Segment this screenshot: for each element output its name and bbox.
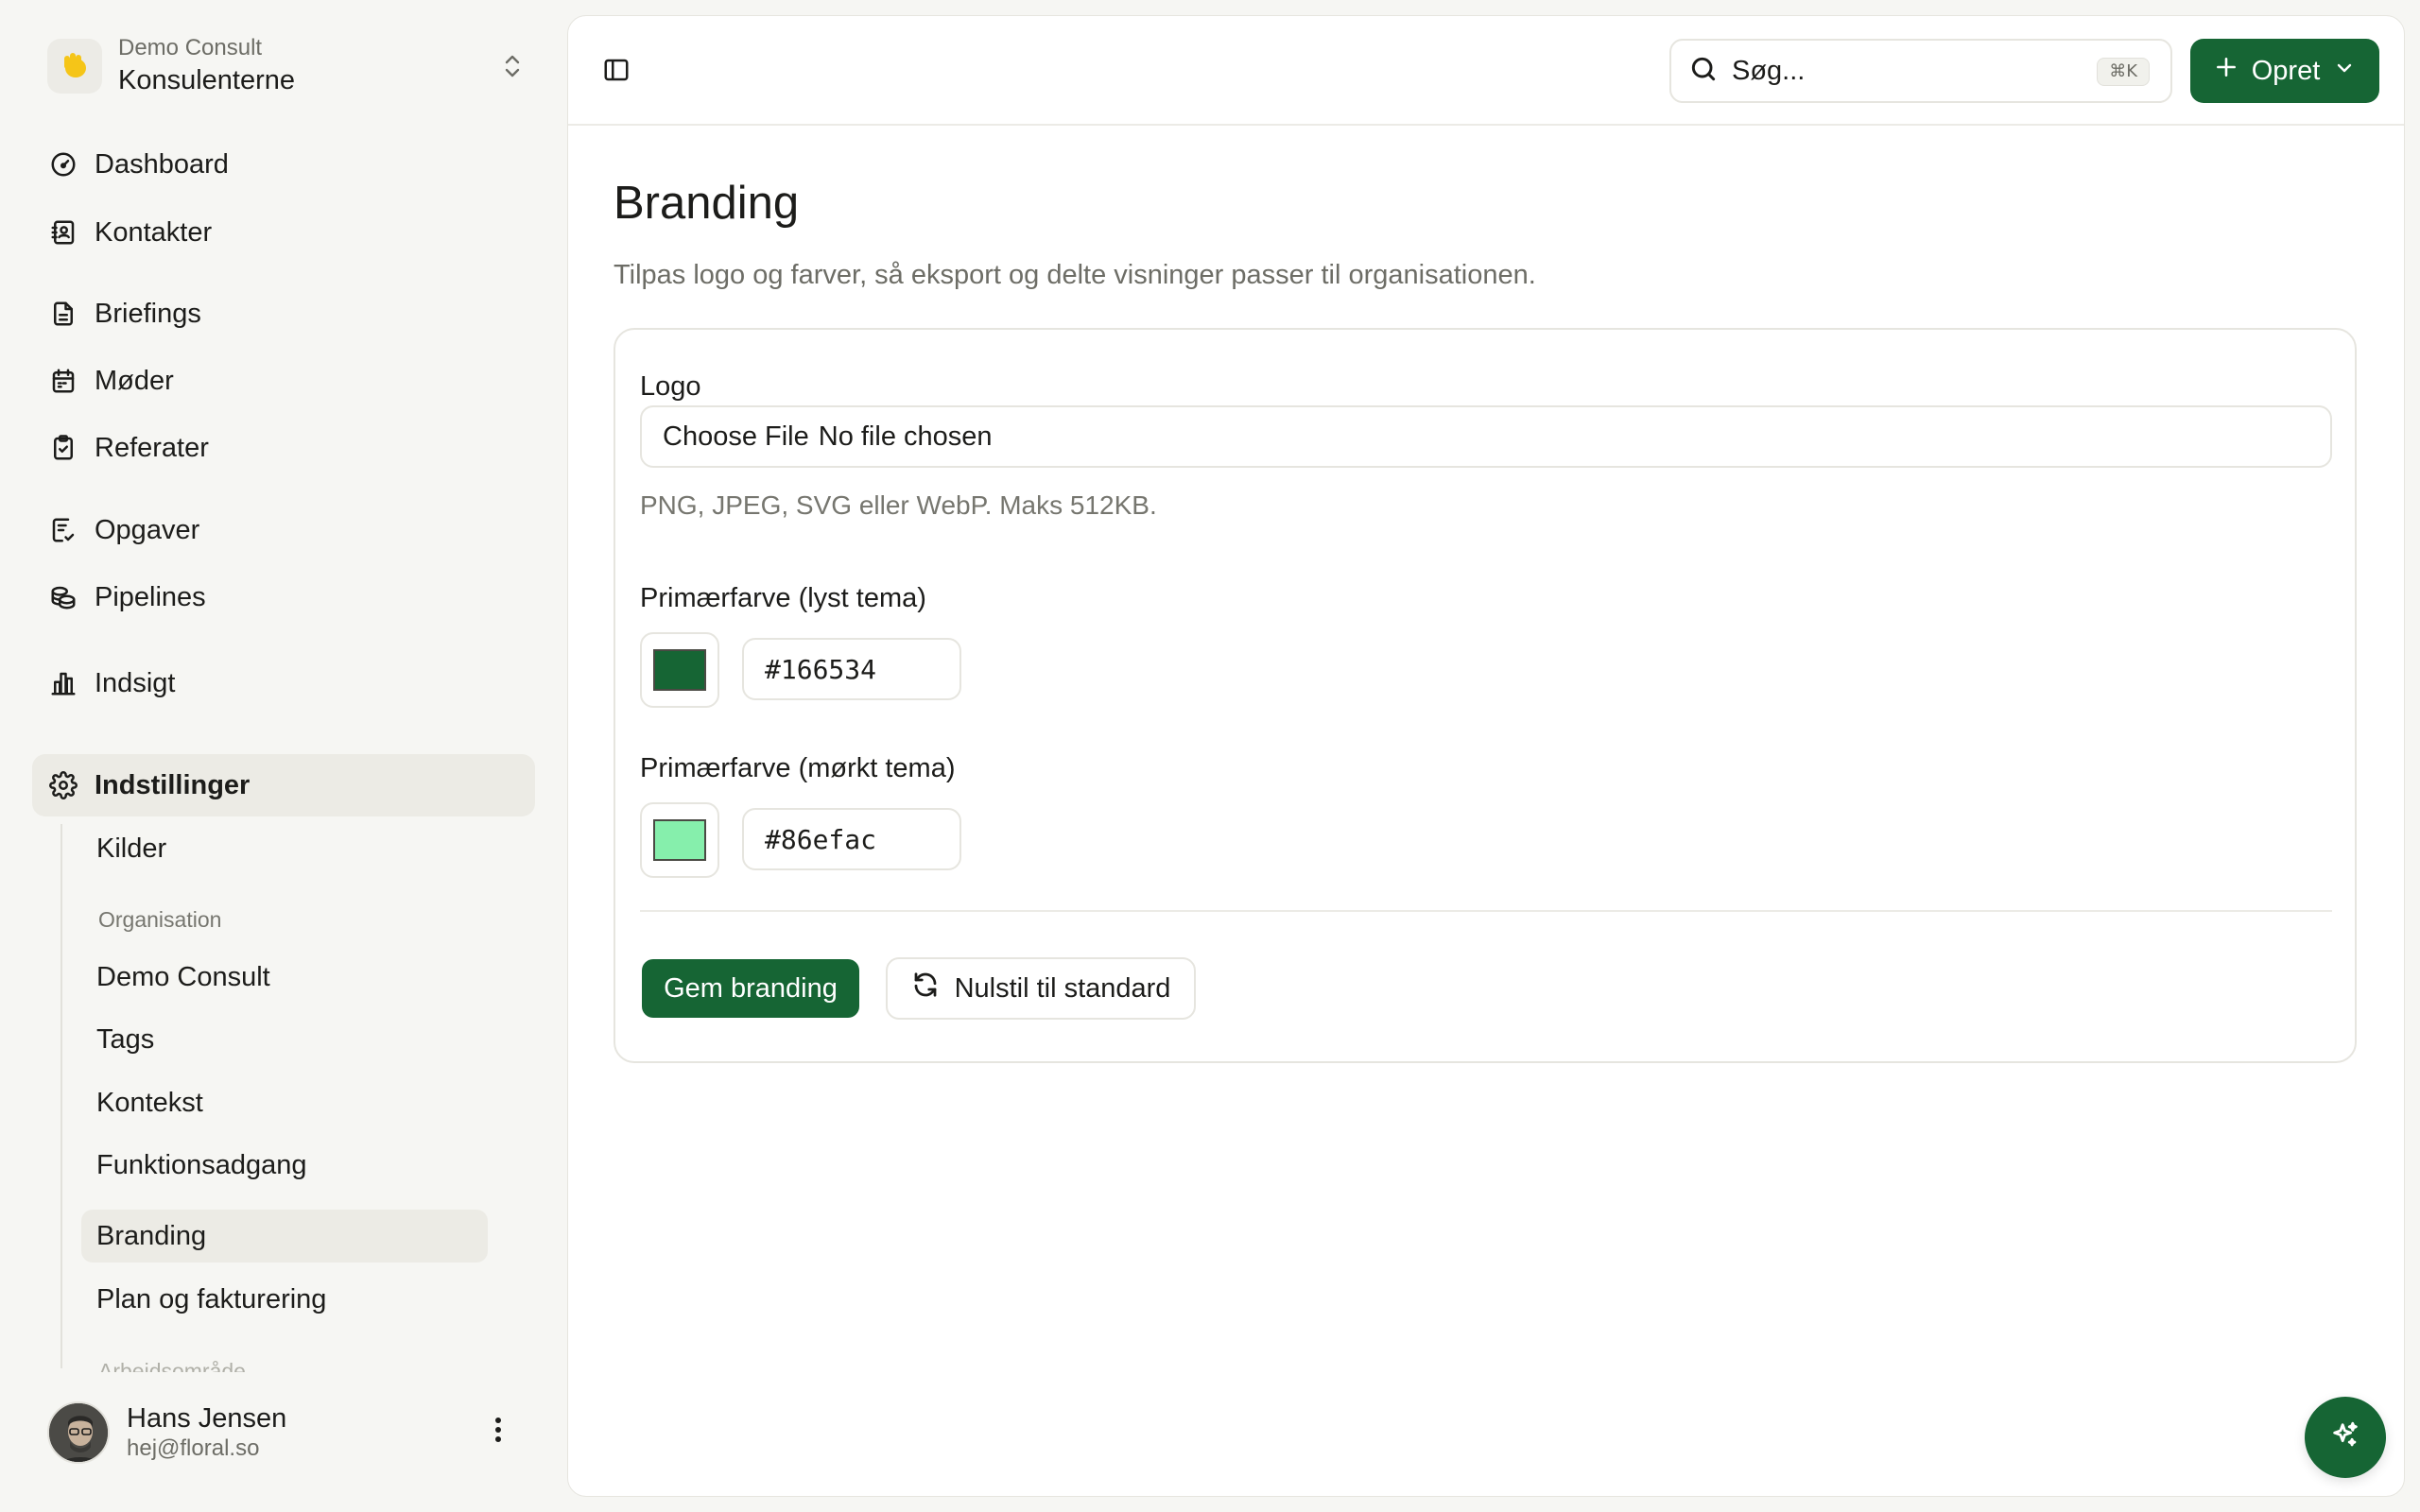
user-menu[interactable]: Hans Jensen hej@floral.so xyxy=(32,1387,535,1478)
nav-contacts[interactable]: Kontakter xyxy=(32,206,535,259)
logo-label: Logo xyxy=(640,371,701,402)
nav-tasks[interactable]: Opgaver xyxy=(32,504,535,557)
subnav-branding[interactable]: Branding xyxy=(81,1210,488,1263)
nav-contacts-label: Kontakter xyxy=(95,216,213,248)
search-input[interactable]: Søg... ⌘K xyxy=(1669,39,2172,103)
logo-hint: PNG, JPEG, SVG eller WebP. Maks 512KB. xyxy=(640,490,1157,520)
sparkles-icon xyxy=(2329,1419,2361,1456)
choose-file-button[interactable]: Choose File xyxy=(663,421,809,453)
create-button-label: Opret xyxy=(2251,55,2321,86)
chevron-updown-icon xyxy=(499,51,526,86)
coins-icon xyxy=(32,583,95,611)
page-subtitle: Tilpas logo og farver, så eksport og del… xyxy=(614,260,1536,290)
page-title: Branding xyxy=(614,178,800,229)
subnav-plan-billing[interactable]: Plan og fakturering xyxy=(81,1273,488,1326)
plus-icon xyxy=(2214,55,2238,87)
primary-light-label: Primærfarve (lyst tema) xyxy=(640,583,926,613)
primary-light-color-picker[interactable] xyxy=(640,632,719,708)
org-switcher[interactable]: Demo Consult Konsulenterne xyxy=(32,26,535,106)
reset-default-label: Nulstil til standard xyxy=(954,972,1171,1004)
subnav-sources[interactable]: Kilder xyxy=(81,822,488,875)
nav-briefings-label: Briefings xyxy=(95,298,201,329)
user-email: hej@floral.so xyxy=(127,1435,260,1461)
calendar-icon xyxy=(32,367,95,395)
reset-default-button[interactable]: Nulstil til standard xyxy=(886,957,1196,1020)
branding-form: Logo Choose File No file chosen PNG, JPE… xyxy=(614,328,2357,1063)
nav-settings-label: Indstillinger xyxy=(95,769,251,800)
nav-meetings[interactable]: Møder xyxy=(32,354,535,407)
more-vertical-icon[interactable] xyxy=(493,1416,503,1449)
nav-minutes-label: Referater xyxy=(95,432,209,463)
nav-insight[interactable]: Indsigt xyxy=(32,657,535,710)
primary-dark-color-picker[interactable] xyxy=(640,802,719,878)
primary-dark-hex-input[interactable]: #86efac xyxy=(742,808,961,870)
subnav-demo-consult[interactable]: Demo Consult xyxy=(81,951,488,1004)
ai-assistant-button[interactable] xyxy=(2305,1397,2386,1478)
bar-chart-icon xyxy=(32,669,95,697)
hand-emoji-icon xyxy=(47,39,102,94)
primary-dark-swatch xyxy=(653,819,706,861)
subnav-feature-access[interactable]: Funktionsadgang xyxy=(81,1139,488,1192)
avatar xyxy=(47,1401,110,1464)
subnav-divider xyxy=(60,824,62,1368)
topbar: Søg... ⌘K Opret xyxy=(568,16,2404,126)
refresh-icon xyxy=(911,971,940,1006)
nav-insight-label: Indsigt xyxy=(95,667,176,698)
document-icon xyxy=(32,300,95,328)
nav-dashboard-label: Dashboard xyxy=(95,148,229,180)
nav-minutes[interactable]: Referater xyxy=(32,421,535,474)
nav-pipelines[interactable]: Pipelines xyxy=(32,571,535,624)
chevron-down-icon xyxy=(2333,56,2356,87)
nav-briefings[interactable]: Briefings xyxy=(32,287,535,340)
primary-light-hex-input[interactable]: #166534 xyxy=(742,638,961,700)
org-name: Konsulenterne xyxy=(118,65,296,95)
sidebar-toggle-icon[interactable] xyxy=(602,56,631,89)
nav-tasks-label: Opgaver xyxy=(95,514,200,545)
nav-dashboard[interactable]: Dashboard xyxy=(32,138,535,191)
sidebar: Demo Consult Konsulenterne Dashboard Kon… xyxy=(0,0,567,1512)
task-list-icon xyxy=(32,516,95,544)
nav-meetings-label: Møder xyxy=(95,365,174,396)
nav-pipelines-label: Pipelines xyxy=(95,581,206,612)
gear-icon xyxy=(32,771,95,799)
nav-settings[interactable]: Indstillinger xyxy=(32,754,535,816)
search-icon xyxy=(1688,54,1719,89)
search-shortcut-badge: ⌘K xyxy=(2097,58,2150,86)
save-branding-button[interactable]: Gem branding xyxy=(642,959,859,1018)
clipboard-check-icon xyxy=(32,434,95,462)
contact-book-icon xyxy=(32,218,95,247)
search-placeholder: Søg... xyxy=(1732,55,1806,86)
subnav-workspace-heading: Arbejdsområde xyxy=(98,1359,246,1372)
file-status: No file chosen xyxy=(818,421,993,452)
gauge-icon xyxy=(32,150,95,179)
main-content: Søg... ⌘K Opret Branding Tilpas logo og … xyxy=(567,15,2405,1497)
user-name: Hans Jensen xyxy=(127,1403,287,1434)
create-button[interactable]: Opret xyxy=(2190,39,2379,103)
primary-light-swatch xyxy=(653,649,706,691)
form-divider xyxy=(640,910,2332,912)
subnav-org-heading: Organisation xyxy=(98,907,222,932)
subnav-tags[interactable]: Tags xyxy=(81,1013,488,1066)
org-subtitle: Demo Consult xyxy=(118,35,263,60)
logo-file-input[interactable]: Choose File No file chosen xyxy=(640,405,2332,468)
primary-dark-label: Primærfarve (mørkt tema) xyxy=(640,753,956,783)
subnav-context[interactable]: Kontekst xyxy=(81,1076,488,1129)
